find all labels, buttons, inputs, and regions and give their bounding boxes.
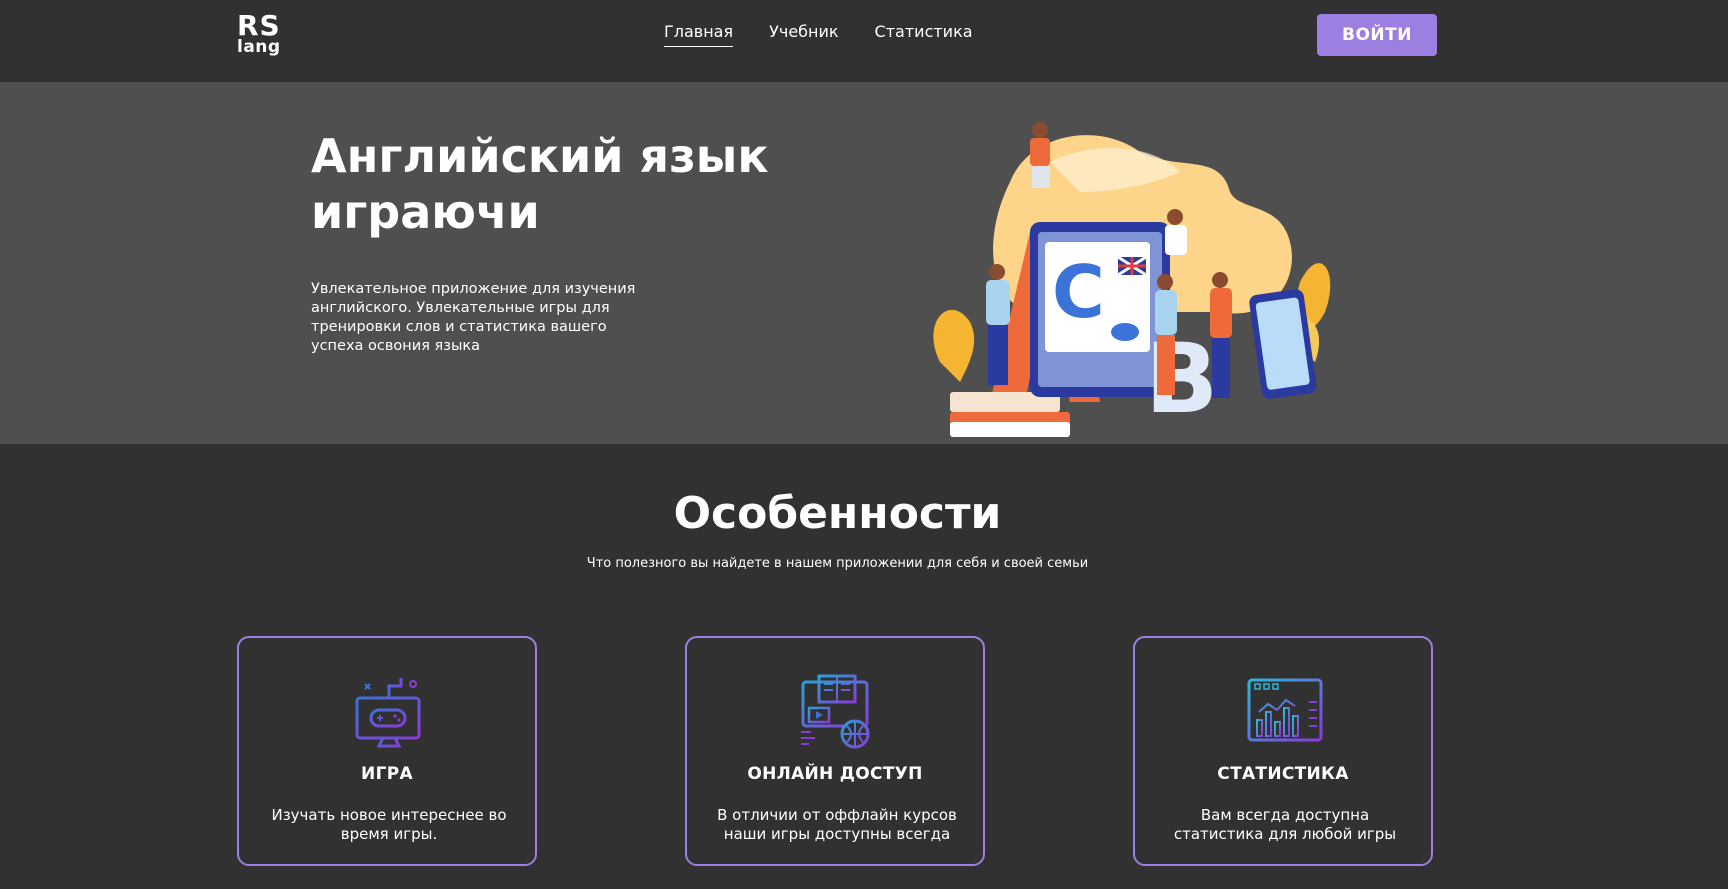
nav-item-home[interactable]: Главная <box>664 22 734 47</box>
gamepad-monitor-icon <box>355 678 421 748</box>
nav-item-textbook[interactable]: Учебник <box>769 22 838 47</box>
login-button[interactable]: ВОЙТИ <box>1317 14 1437 56</box>
svg-text:B: B <box>1145 323 1218 435</box>
nav-item-statistics[interactable]: Статистика <box>875 22 973 47</box>
online-course-icon <box>801 674 870 749</box>
feature-card-text: Изучать новое интереснее во время игры. <box>271 806 507 843</box>
feature-card-game[interactable]: ИГРА Изучать новое интереснее во время и… <box>237 636 537 866</box>
site-header: RS lang Главная Учебник Статистика ВОЙТИ <box>0 0 1728 82</box>
hero-title-line2: играючи <box>311 185 540 239</box>
language-learning-illustration: C B <box>933 122 1331 437</box>
logo-rs: RS <box>237 9 281 42</box>
feature-card-statistics[interactable]: СТАТИСТИКА Вам всегда доступна статистик… <box>1133 636 1433 866</box>
feature-card-title: ОНЛАЙН ДОСТУП <box>747 764 923 784</box>
features-subtitle: Что полезного вы найдете в нашем приложе… <box>586 556 1089 571</box>
hero-description: Увлекательное приложение для изучения ан… <box>311 281 636 354</box>
hero-section: Английский язык играючи Увлекательное пр… <box>0 82 1728 444</box>
feature-card-text: В отличии от оффлайн курсов наши игры до… <box>717 806 957 843</box>
logo-lang: lang <box>237 37 281 57</box>
svg-text:C: C <box>1052 250 1105 334</box>
feature-card-title: ИГРА <box>361 764 413 784</box>
feature-card-text: Вам всегда доступна статистика для любой… <box>1173 806 1397 843</box>
logo[interactable]: RS lang <box>237 12 281 56</box>
hero-title: Английский язык играючи <box>311 128 831 240</box>
statistics-dashboard-icon <box>1247 678 1323 742</box>
feature-card-title: СТАТИСТИКА <box>1217 764 1349 784</box>
hero-title-line1: Английский язык <box>311 129 769 183</box>
feature-card-online[interactable]: ОНЛАЙН ДОСТУП В отличии от оффлайн курсо… <box>685 636 985 866</box>
features-title: Особенности <box>673 488 1002 539</box>
main-nav: Главная Учебник Статистика <box>664 22 973 47</box>
